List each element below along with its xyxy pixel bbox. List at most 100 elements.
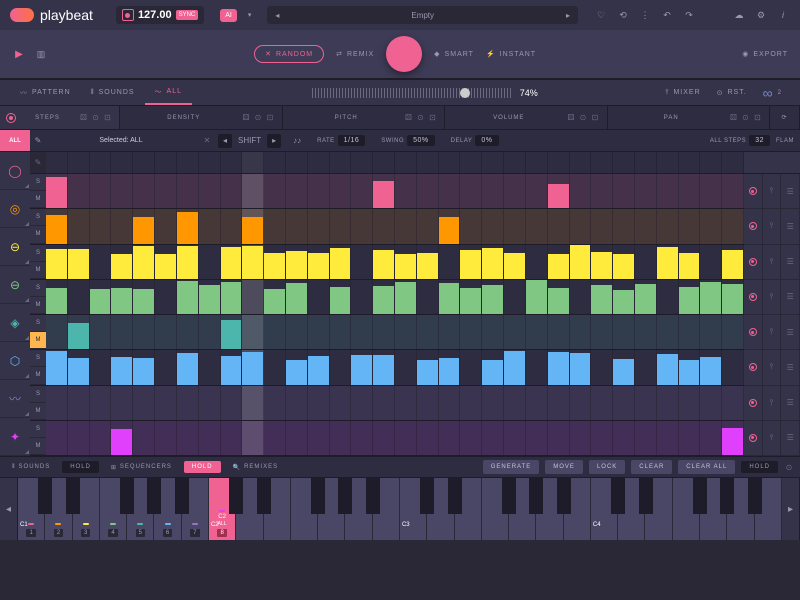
step-cell[interactable]: [439, 280, 461, 314]
step-cell[interactable]: [722, 209, 744, 243]
step-cell[interactable]: [613, 174, 635, 208]
black-key[interactable]: [611, 478, 625, 514]
step-cell[interactable]: [439, 209, 461, 243]
step-cell[interactable]: [570, 350, 592, 384]
tab-all[interactable]: 〜ALL: [145, 80, 192, 105]
step-cell[interactable]: [351, 280, 373, 314]
step-cell[interactable]: [286, 315, 308, 349]
step-cell[interactable]: [439, 386, 461, 420]
complexity-slider[interactable]: [312, 87, 512, 99]
step-cell[interactable]: [504, 386, 526, 420]
step-cell[interactable]: [46, 209, 68, 243]
step-cell[interactable]: [90, 245, 112, 279]
param-pitch[interactable]: PITCH⚄⊙⊡: [283, 106, 446, 129]
track-mixer[interactable]: ⫯: [763, 245, 782, 279]
step-cell[interactable]: [133, 386, 155, 420]
step-cell[interactable]: [68, 209, 90, 243]
step-cell[interactable]: [46, 315, 68, 349]
step-cell[interactable]: [264, 386, 286, 420]
black-key[interactable]: [720, 478, 734, 514]
shift-left-button[interactable]: ◂: [218, 134, 232, 148]
step-cell[interactable]: [613, 386, 635, 420]
step-cell[interactable]: [199, 174, 221, 208]
flam-label[interactable]: FLAM: [776, 138, 794, 144]
step-cell[interactable]: [657, 209, 679, 243]
step-cell[interactable]: [417, 315, 439, 349]
track-icon-hho[interactable]: ⊖: [0, 266, 30, 304]
track-mixer[interactable]: ⫯: [763, 280, 782, 314]
black-key[interactable]: [175, 478, 189, 514]
black-key[interactable]: [366, 478, 380, 514]
track-icon-kick[interactable]: ◯: [0, 152, 30, 190]
black-key[interactable]: [502, 478, 516, 514]
track-icon-perc1[interactable]: ◈: [0, 304, 30, 342]
step-cell[interactable]: [548, 245, 570, 279]
save-icon[interactable]: ⟲: [616, 8, 630, 22]
black-key[interactable]: [38, 478, 52, 514]
step-cell[interactable]: [221, 315, 243, 349]
step-cell[interactable]: [351, 421, 373, 455]
step-cell[interactable]: [286, 421, 308, 455]
step-cell[interactable]: [308, 421, 330, 455]
lock-icon[interactable]: ⊙: [91, 113, 101, 123]
step-cell[interactable]: [68, 421, 90, 455]
step-cell[interactable]: [548, 386, 570, 420]
step-cell[interactable]: [264, 209, 286, 243]
track-mixer[interactable]: ⫯: [763, 315, 782, 349]
step-cell[interactable]: [460, 245, 482, 279]
mute-button[interactable]: M: [30, 297, 46, 314]
step-cell[interactable]: [700, 280, 722, 314]
select-all-button[interactable]: ALL: [0, 130, 30, 151]
step-cell[interactable]: [242, 245, 264, 279]
track-mixer[interactable]: ⫯: [763, 209, 782, 243]
black-key[interactable]: [311, 478, 325, 514]
step-cell[interactable]: [504, 350, 526, 384]
track-record[interactable]: [744, 386, 763, 420]
export-button[interactable]: ◉EXPORT: [742, 50, 788, 58]
step-cell[interactable]: [722, 245, 744, 279]
settings-icon[interactable]: ⚙: [754, 8, 768, 22]
step-cell[interactable]: [722, 386, 744, 420]
step-cell[interactable]: [700, 209, 722, 243]
step-cell[interactable]: [548, 350, 570, 384]
step-cell[interactable]: [417, 245, 439, 279]
step-cell[interactable]: [242, 315, 264, 349]
black-key[interactable]: [338, 478, 352, 514]
dice-icon[interactable]: ⚄: [79, 113, 89, 123]
sequencers-hold-button[interactable]: HOLD: [184, 461, 221, 473]
step-cell[interactable]: [657, 245, 679, 279]
solo-button[interactable]: S: [30, 386, 46, 403]
step-cell[interactable]: [439, 245, 461, 279]
step-cell[interactable]: [635, 386, 657, 420]
step-cell[interactable]: [330, 209, 352, 243]
sequencer-view-icon[interactable]: ▥: [34, 47, 48, 61]
step-cell[interactable]: [199, 315, 221, 349]
track-menu[interactable]: ☰: [781, 386, 800, 420]
step-cell[interactable]: [570, 386, 592, 420]
step-cell[interactable]: [199, 209, 221, 243]
undo-icon[interactable]: ↶: [660, 8, 674, 22]
step-cell[interactable]: [46, 386, 68, 420]
mute-button[interactable]: M: [30, 262, 46, 279]
black-key[interactable]: [120, 478, 134, 514]
track-menu[interactable]: ☰: [781, 315, 800, 349]
step-cell[interactable]: [613, 350, 635, 384]
step-cell[interactable]: [330, 174, 352, 208]
step-cell[interactable]: [482, 174, 504, 208]
step-cell[interactable]: [460, 174, 482, 208]
step-cell[interactable]: [133, 315, 155, 349]
rate-value[interactable]: 1/16: [338, 135, 366, 146]
step-cell[interactable]: [700, 174, 722, 208]
step-cell[interactable]: [90, 315, 112, 349]
step-cell[interactable]: [330, 245, 352, 279]
param-steps[interactable]: STEPS ⚄⊙⊡: [0, 106, 120, 129]
step-cell[interactable]: [504, 245, 526, 279]
step-cell[interactable]: [308, 245, 330, 279]
smart-button[interactable]: ◆SMART: [434, 50, 474, 58]
step-cell[interactable]: [111, 174, 133, 208]
track-record[interactable]: [744, 280, 763, 314]
step-cell[interactable]: [395, 280, 417, 314]
step-cell[interactable]: [570, 174, 592, 208]
delay-value[interactable]: 0%: [475, 135, 498, 146]
solo-button[interactable]: S: [30, 245, 46, 262]
